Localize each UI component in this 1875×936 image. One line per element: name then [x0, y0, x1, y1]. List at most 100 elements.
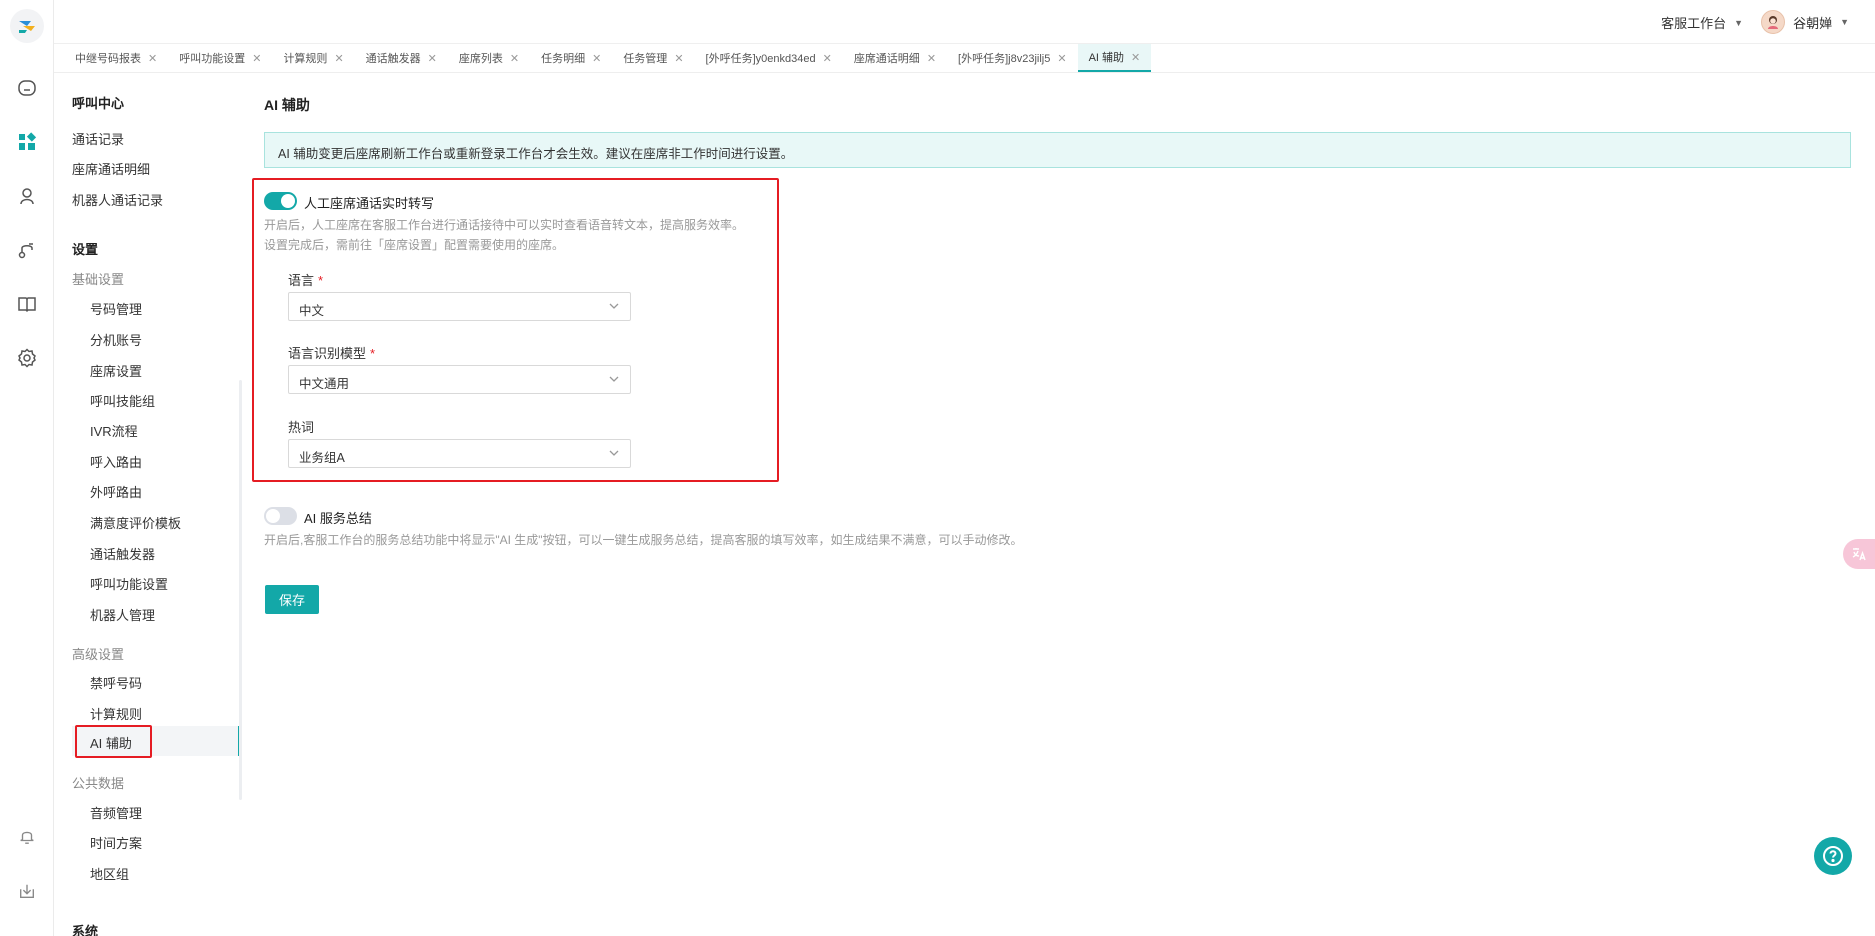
toggle-knob [266, 509, 280, 523]
summary-toggle[interactable] [264, 507, 297, 525]
tab-task-management[interactable]: 任务管理 ✕ [612, 44, 694, 72]
language-select[interactable]: 中文 [288, 292, 631, 321]
toggle-knob [281, 194, 295, 208]
menu-item-call-trigger[interactable]: 通话触发器 [90, 544, 155, 563]
language-value: 中文 [299, 304, 325, 318]
close-icon[interactable]: ✕ [674, 52, 683, 65]
close-icon[interactable]: ✕ [927, 52, 936, 65]
menu-item-inbound-route[interactable]: 呼入路由 [90, 452, 142, 471]
top-bar: 客服工作台 ▼ 谷朝婵 ▼ [54, 0, 1875, 44]
summary-label: AI 服务总结 [304, 511, 372, 526]
hotword-value: 业务组A [299, 451, 345, 465]
help-icon[interactable] [1814, 837, 1852, 875]
notice-banner: AI 辅助变更后座席刷新工作台或重新登录工作台才会生效。建议在座席非工作时间进行… [264, 132, 1851, 168]
tab-agent-call-detail[interactable]: 座席通话明细 ✕ [843, 44, 947, 72]
close-icon[interactable]: ✕ [592, 52, 601, 65]
tab-label: 任务明细 [541, 53, 586, 65]
icon-rail [0, 0, 54, 936]
close-icon[interactable]: ✕ [334, 52, 343, 65]
tab-call-function-settings[interactable]: 呼叫功能设置 ✕ [168, 44, 272, 72]
tab-label: 通话触发器 [365, 53, 421, 65]
tab-label: 中继号码报表 [75, 53, 141, 65]
workspace-label: 客服工作台 [1661, 16, 1727, 31]
close-icon[interactable]: ✕ [428, 52, 437, 65]
avatar [1761, 10, 1786, 34]
main-content: AI 辅助 AI 辅助变更后座席刷新工作台或重新登录工作台才会生效。建议在座席非… [242, 73, 1875, 936]
summary-desc: 开启后,客服工作台的服务总结功能中将显示"AI 生成"按钮，可以一键生成服务总结… [264, 533, 1023, 547]
highlight-box-menu [75, 725, 152, 758]
menu-item-outbound-route[interactable]: 外呼路由 [90, 482, 142, 501]
route-icon[interactable] [14, 237, 40, 263]
tab-outbound-task-2[interactable]: [外呼任务]j8v23jilj5 ✕ [947, 44, 1078, 72]
caret-down-icon: ▼ [1734, 17, 1743, 28]
tab-label: [外呼任务]y0enkd34ed [705, 53, 816, 65]
model-label-text: 语言识别模型 [288, 346, 367, 361]
menu-item-agent-call-detail[interactable]: 座席通话明细 [72, 159, 150, 178]
menu-group-advanced: 高级设置 [72, 647, 125, 662]
hotword-select[interactable]: 业务组A [288, 439, 631, 468]
transcription-toggle[interactable] [264, 192, 297, 210]
model-value: 中文通用 [299, 377, 350, 391]
menu-item-robot-call-records[interactable]: 机器人通话记录 [72, 190, 163, 209]
save-button[interactable]: 保存 [265, 585, 319, 614]
tab-label: 座席通话明细 [853, 53, 920, 65]
settings-gear-icon[interactable] [14, 345, 40, 371]
close-icon[interactable]: ✕ [148, 52, 157, 65]
chevron-down-icon [608, 300, 620, 315]
page-title: AI 辅助 [264, 97, 310, 113]
menu-item-agent-settings[interactable]: 座席设置 [90, 361, 142, 380]
menu-section-system: 系统 [72, 924, 99, 936]
transcription-desc-2: 设置完成后，需前往「座席设置」配置需要使用的座席。 [264, 238, 565, 252]
close-icon[interactable]: ✕ [252, 52, 261, 65]
workspace-dropdown[interactable]: 客服工作台 ▼ [1661, 13, 1743, 32]
tab-agent-list[interactable]: 座席列表 ✕ [448, 44, 530, 72]
transcription-label: 人工座席通话实时转写 [304, 196, 435, 211]
menu-item-call-function-settings[interactable]: 呼叫功能设置 [90, 574, 168, 593]
menu-item-number-management[interactable]: 号码管理 [90, 299, 142, 318]
tab-task-detail[interactable]: 任务明细 ✕ [530, 44, 612, 72]
menu-group-basic: 基础设置 [72, 272, 125, 287]
tab-call-trigger[interactable]: 通话触发器 ✕ [355, 44, 448, 72]
tab-label: 计算规则 [283, 53, 328, 65]
required-mark: * [370, 346, 376, 361]
menu-item-call-records[interactable]: 通话记录 [72, 129, 124, 148]
home-icon[interactable] [14, 75, 40, 101]
tab-ai-assist[interactable]: AI 辅助 ✕ [1077, 44, 1152, 72]
menu-item-calc-rules[interactable]: 计算规则 [90, 704, 142, 723]
download-icon[interactable] [14, 878, 40, 904]
tab-label: 座席列表 [458, 53, 503, 65]
tab-calc-rules[interactable]: 计算规则 ✕ [272, 44, 354, 72]
close-icon[interactable]: ✕ [1057, 52, 1066, 65]
translate-icon[interactable] [1843, 539, 1875, 569]
tab-trunk-report[interactable]: 中继号码报表 ✕ [64, 44, 168, 72]
tab-bar: 中继号码报表 ✕ 呼叫功能设置 ✕ 计算规则 ✕ 通话触发器 ✕ 座席列表 ✕ 任务明细 ✕… [54, 44, 1875, 73]
language-label-text: 语言 [288, 273, 315, 288]
tab-label: AI 辅助 [1088, 52, 1125, 64]
menu-item-ivr-flow[interactable]: IVR流程 [90, 421, 138, 440]
menu-item-robot-management[interactable]: 机器人管理 [90, 605, 155, 624]
menu-item-extension-account[interactable]: 分机账号 [90, 330, 142, 349]
tab-label: 任务管理 [623, 53, 668, 65]
close-icon[interactable]: ✕ [1131, 51, 1140, 64]
user-name: 谷朝婵 [1793, 15, 1833, 31]
menu-item-audio-management[interactable]: 音频管理 [90, 803, 142, 822]
model-select[interactable]: 中文通用 [288, 365, 631, 394]
menu-item-time-schedule[interactable]: 时间方案 [90, 833, 142, 852]
book-icon[interactable] [14, 291, 40, 317]
close-icon[interactable]: ✕ [823, 52, 832, 65]
menu-item-region-group[interactable]: 地区组 [90, 864, 129, 883]
menu-section-settings: 设置 [72, 242, 99, 257]
app-logo[interactable] [10, 9, 44, 43]
side-menu: 呼叫中心 通话记录 座席通话明细 机器人通话记录 设置 基础设置 号码管理 分机… [54, 73, 242, 936]
menu-section-call-center: 呼叫中心 [72, 96, 125, 111]
bell-icon[interactable] [14, 823, 40, 849]
menu-item-blocked-numbers[interactable]: 禁呼号码 [90, 673, 142, 692]
agent-icon[interactable] [14, 183, 40, 209]
tab-outbound-task-1[interactable]: [外呼任务]y0enkd34ed ✕ [695, 44, 843, 72]
apps-icon[interactable] [14, 129, 40, 155]
menu-item-skill-group[interactable]: 呼叫技能组 [90, 391, 155, 410]
user-menu[interactable]: 谷朝婵 ▼ [1761, 10, 1849, 34]
menu-item-satisfaction-template[interactable]: 满意度评价模板 [90, 513, 181, 532]
close-icon[interactable]: ✕ [510, 52, 519, 65]
model-label: 语言识别模型 * [288, 343, 375, 362]
